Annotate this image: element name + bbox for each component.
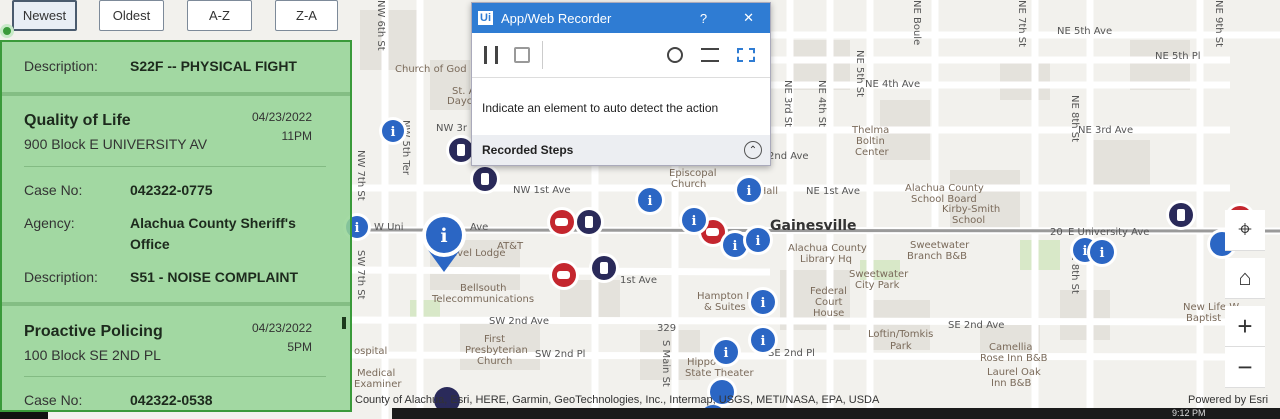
svg-text:i: i [355, 221, 360, 236]
save-icon[interactable] [514, 47, 530, 63]
description-value: S22F -- PHYSICAL FIGHT [130, 58, 297, 74]
fight-marker[interactable] [547, 207, 577, 237]
spray-marker[interactable] [574, 207, 604, 237]
recorder-toolbar [472, 33, 770, 78]
spray-marker[interactable] [1166, 200, 1196, 230]
incident-date: 04/23/2022 [251, 321, 312, 335]
locate-button[interactable]: ⌖ [1225, 210, 1265, 251]
recorder-window[interactable]: Ui App/Web Recorder ? ✕ Indicate an elem… [471, 2, 771, 166]
recorded-steps-header[interactable]: Recorded Steps ⌃ [472, 135, 770, 165]
incident-list-panel[interactable]: Description: S22F -- PHYSICAL FIGHT Qual… [0, 40, 352, 412]
case-label: Case No: [24, 392, 83, 408]
description-value: S51 - NOISE COMPLAINT [130, 269, 299, 285]
pause-icon[interactable] [484, 46, 498, 64]
uipath-app-icon: Ui [478, 11, 493, 25]
info-marker[interactable]: i [743, 225, 773, 255]
incident-address: 900 Block E UNIVERSITY AV [24, 136, 208, 152]
info-marker[interactable]: i [379, 117, 407, 145]
taskbar: 9:12 PM [392, 408, 1280, 419]
case-label: Case No: [24, 182, 83, 198]
svg-text:i: i [440, 225, 447, 247]
list-separator [2, 92, 350, 96]
info-marker[interactable]: i [748, 325, 778, 355]
taskbar-clock: 9:12 PM [1172, 408, 1206, 418]
help-button[interactable]: ? [700, 11, 707, 26]
panel-scrollbar[interactable] [342, 317, 346, 329]
map-attribution: County of Alachua, Esri, HERE, Garmin, G… [355, 394, 880, 406]
info-marker[interactable]: i [679, 205, 709, 235]
target-icon [0, 24, 14, 38]
info-marker[interactable]: i [1087, 237, 1117, 267]
incident-title: Proactive Policing [24, 323, 163, 340]
incident-title: Quality of Life [24, 112, 131, 129]
case-value: 042322-0538 [130, 392, 213, 408]
info-marker[interactable]: i [748, 287, 778, 317]
agency-label: Agency: [24, 215, 75, 231]
recorder-titlebar[interactable]: Ui App/Web Recorder ? ✕ [472, 3, 770, 33]
screen-capture-icon[interactable] [737, 48, 755, 62]
fight-marker[interactable] [549, 260, 579, 290]
case-value: 042322-0775 [130, 182, 213, 198]
checklist-icon[interactable] [701, 48, 719, 62]
divider [24, 376, 326, 377]
svg-text:i: i [692, 214, 697, 229]
svg-text:i: i [756, 234, 761, 249]
home-button[interactable]: ⌂ [1225, 258, 1265, 299]
svg-text:i: i [761, 334, 766, 349]
sort-newest-button[interactable]: Newest [12, 0, 77, 31]
info-marker[interactable]: i [711, 337, 741, 367]
recorder-title: App/Web Recorder [501, 10, 612, 26]
incident-time: 11PM [281, 129, 312, 143]
svg-text:i: i [724, 346, 729, 361]
spray-marker[interactable] [470, 164, 500, 194]
taskbar-left [0, 412, 48, 419]
incident-address: 100 Block SE 2ND PL [24, 347, 161, 363]
svg-text:i: i [391, 125, 396, 140]
svg-text:i: i [648, 194, 653, 209]
recorded-steps-label: Recorded Steps [482, 143, 574, 157]
description-label: Description: [24, 269, 98, 285]
sort-a-z-button[interactable]: A-Z [187, 0, 252, 31]
sort-z-a-button[interactable]: Z-A [275, 0, 338, 31]
zoom-out-button[interactable]: − [1225, 347, 1265, 388]
chevron-up-icon[interactable]: ⌃ [744, 141, 762, 159]
description-label: Description: [24, 58, 98, 74]
svg-text:i: i [1083, 244, 1088, 259]
powered-by-esri[interactable]: Powered by Esri [1188, 394, 1268, 406]
info-marker-selected[interactable]: i [422, 213, 466, 272]
target-settings-icon[interactable] [667, 47, 683, 63]
recorder-status-text: Indicate an element to auto detect the a… [482, 101, 719, 115]
zoom-in-button[interactable]: + [1225, 306, 1265, 347]
toolbar-divider [542, 41, 543, 69]
svg-text:i: i [1100, 246, 1105, 261]
divider [24, 166, 326, 167]
agency-value: Alachua County Sheriff's [130, 215, 296, 231]
list-separator [2, 302, 350, 306]
close-button[interactable]: ✕ [743, 10, 754, 26]
info-marker[interactable]: i [635, 185, 665, 215]
info-marker[interactable]: i [734, 175, 764, 205]
svg-text:i: i [747, 184, 752, 199]
incident-time: 5PM [287, 340, 312, 354]
svg-text:i: i [733, 239, 738, 254]
spray-marker[interactable] [589, 253, 619, 283]
agency-value-line2: Office [130, 236, 170, 252]
svg-text:i: i [761, 296, 766, 311]
incident-date: 04/23/2022 [251, 110, 312, 124]
sort-oldest-button[interactable]: Oldest [99, 0, 164, 31]
